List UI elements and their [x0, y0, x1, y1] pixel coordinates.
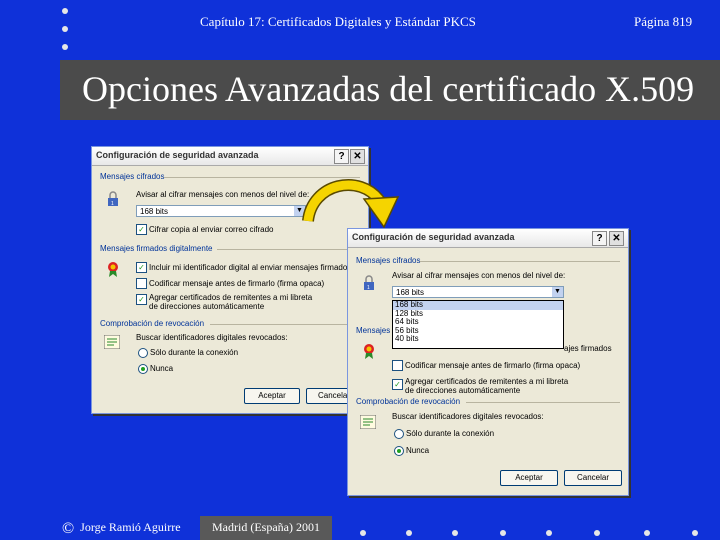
always-encrypt-checkbox[interactable]: ✓ — [136, 224, 147, 235]
bullet-dot — [644, 530, 650, 536]
only-online-label: Sólo durante la conexión — [406, 429, 495, 438]
padlock-icon: 1 — [364, 275, 374, 291]
never-radio[interactable] — [394, 446, 404, 456]
add-certs-label: Agregar certificados de remitentes a mi … — [405, 377, 569, 395]
divider — [217, 249, 360, 250]
strength-value: 168 bits — [140, 207, 169, 216]
encode-before-checkbox[interactable] — [136, 278, 147, 289]
certificate-ribbon-icon — [108, 262, 118, 277]
page-number: Página 819 — [634, 14, 693, 29]
help-button[interactable]: ? — [334, 149, 349, 164]
add-certs-checkbox[interactable]: ✓ — [136, 294, 147, 305]
signed-tail-label: ajes firmados — [564, 344, 612, 353]
ok-button[interactable]: Aceptar — [244, 388, 300, 404]
dialog-title: Configuración de seguridad avanzada — [352, 232, 515, 242]
section-signed: Mensajes — [356, 326, 391, 335]
dialog-titlebar: Configuración de seguridad avanzada ? ✕ — [348, 229, 628, 248]
bullet-dot — [406, 530, 412, 536]
encode-before-label: Codificar mensaje antes de firmarlo (fir… — [405, 361, 581, 370]
include-id-checkbox[interactable]: ✓ — [136, 262, 147, 273]
padlock-icon: 1 — [108, 191, 118, 207]
svg-text:1: 1 — [111, 201, 114, 207]
svg-text:1: 1 — [367, 285, 370, 291]
copyright-symbol: © — [62, 520, 75, 537]
strength-combo[interactable]: 168 bits ▼ — [392, 286, 564, 298]
section-signed: Mensajes firmados digitalmente — [100, 244, 213, 253]
divider — [210, 324, 360, 325]
cancel-button[interactable]: Cancelar — [564, 470, 622, 486]
chevron-down-icon[interactable]: ▼ — [552, 287, 563, 297]
footer-place: Madrid (España) 2001 — [212, 520, 320, 534]
bullet-dot — [62, 26, 68, 32]
bullet-dot — [692, 530, 698, 536]
section-encrypted: Mensajes cifrados — [100, 172, 165, 181]
bullet-dot — [62, 8, 68, 14]
advanced-security-dialog-2: Configuración de seguridad avanzada ? ✕ … — [347, 228, 629, 496]
chapter-header: Capítulo 17: Certificados Digitales y Es… — [200, 14, 476, 29]
strength-dropdown-list[interactable]: 168 bits 128 bits 64 bits 56 bits 40 bit… — [392, 300, 564, 349]
ok-button[interactable]: Aceptar — [500, 470, 558, 486]
always-encrypt-label: Cifrar copia al enviar correo cifrado — [149, 225, 274, 234]
encode-before-checkbox[interactable] — [392, 360, 403, 371]
footer-author: © Jorge Ramió Aguirre — [62, 520, 181, 538]
check-revoked-label: Buscar identificadores digitales revocad… — [392, 412, 544, 421]
section-encrypted: Mensajes cifrados — [356, 256, 421, 265]
include-id-label: Incluir mi identificador digital al envi… — [149, 263, 352, 272]
strength-combo[interactable]: 168 bits ▼ — [136, 205, 306, 217]
dialog-titlebar: Configuración de seguridad avanzada ? ✕ — [92, 147, 368, 166]
close-button[interactable]: ✕ — [609, 231, 624, 246]
warn-label: Avisar al cifrar mensajes con menos del … — [136, 190, 310, 199]
dialog-title: Configuración de seguridad avanzada — [96, 150, 259, 160]
add-certs-checkbox[interactable]: ✓ — [392, 379, 403, 390]
only-online-radio[interactable] — [394, 429, 404, 439]
strength-value: 168 bits — [396, 288, 425, 297]
curved-arrow — [302, 179, 400, 229]
section-revocation: Comprobación de revocación — [356, 397, 461, 406]
encode-before-label: Codificar mensaje antes de firmarlo (fir… — [149, 279, 325, 288]
only-online-label: Sólo durante la conexión — [150, 348, 239, 357]
bullet-dot — [546, 530, 552, 536]
bullet-dot — [594, 530, 600, 536]
author-name: Jorge Ramió Aguirre — [80, 520, 181, 534]
slide-title: Opciones Avanzadas del certificado X.509 — [82, 69, 695, 109]
certificate-list-icon — [360, 415, 376, 429]
never-label: Nunca — [150, 364, 174, 373]
bullet-dot — [360, 530, 366, 536]
check-revoked-label: Buscar identificadores digitales revocad… — [136, 333, 288, 342]
divider — [466, 402, 620, 403]
add-certs-label: Agregar certificados de remitentes a mi … — [149, 293, 313, 311]
close-button[interactable]: ✕ — [350, 149, 365, 164]
certificate-list-icon — [104, 335, 120, 349]
never-radio[interactable] — [138, 364, 148, 374]
never-label: Nunca — [406, 446, 430, 455]
section-revocation: Comprobación de revocación — [100, 319, 205, 328]
certificate-ribbon-icon — [364, 344, 374, 359]
bullet-dot — [62, 44, 68, 50]
help-button[interactable]: ? — [592, 231, 607, 246]
warn-label: Avisar al cifrar mensajes con menos del … — [392, 271, 566, 280]
only-online-radio[interactable] — [138, 348, 148, 358]
bullet-dot — [500, 530, 506, 536]
divider — [420, 261, 620, 262]
strength-option[interactable]: 40 bits — [393, 334, 563, 344]
bullet-dot — [452, 530, 458, 536]
